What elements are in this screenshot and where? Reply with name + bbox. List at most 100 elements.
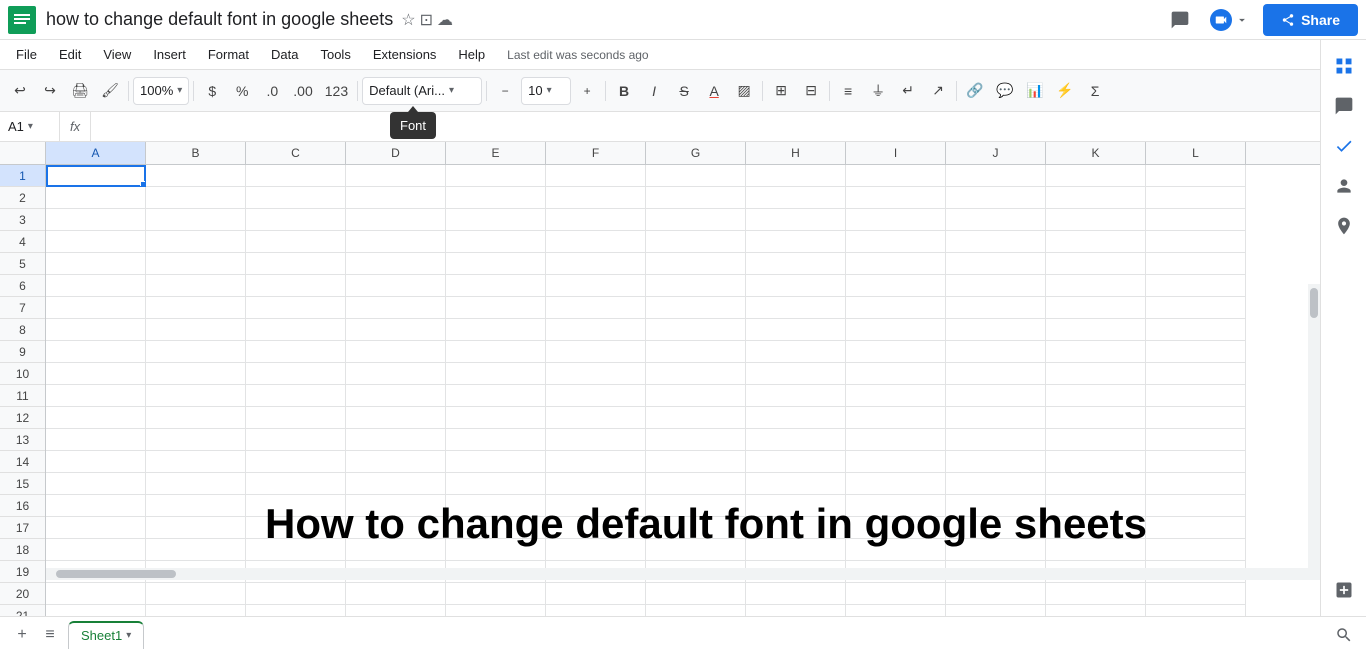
row-num-10[interactable]: 10 <box>0 363 45 385</box>
row-num-19[interactable]: 19 <box>0 561 45 583</box>
sheet-list-button[interactable]: ≡ <box>36 621 64 649</box>
cell-K20[interactable] <box>1046 583 1146 605</box>
cell-D1[interactable] <box>346 165 446 187</box>
cell-L7[interactable] <box>1146 297 1246 319</box>
cell-B10[interactable] <box>146 363 246 385</box>
cell-I10[interactable] <box>846 363 946 385</box>
cell-H14[interactable] <box>746 451 846 473</box>
cell-C4[interactable] <box>246 231 346 253</box>
cell-A1[interactable] <box>46 165 146 187</box>
cell-G15[interactable] <box>646 473 746 495</box>
contacts-sidebar-icon[interactable] <box>1326 168 1362 204</box>
cell-C10[interactable] <box>246 363 346 385</box>
cell-J3[interactable] <box>946 209 1046 231</box>
cell-J11[interactable] <box>946 385 1046 407</box>
cell-E10[interactable] <box>446 363 546 385</box>
cell-C3[interactable] <box>246 209 346 231</box>
row-num-2[interactable]: 2 <box>0 187 45 209</box>
cell-E2[interactable] <box>446 187 546 209</box>
cell-F7[interactable] <box>546 297 646 319</box>
row-num-13[interactable]: 13 <box>0 429 45 451</box>
vertical-scrollbar[interactable] <box>1308 284 1320 568</box>
cell-B15[interactable] <box>146 473 246 495</box>
cell-E11[interactable] <box>446 385 546 407</box>
cell-H10[interactable] <box>746 363 846 385</box>
cell-F12[interactable] <box>546 407 646 429</box>
cell-K15[interactable] <box>1046 473 1146 495</box>
cell-F13[interactable] <box>546 429 646 451</box>
cell-F20[interactable] <box>546 583 646 605</box>
maps-sidebar-icon[interactable] <box>1326 208 1362 244</box>
cell-E20[interactable] <box>446 583 546 605</box>
cell-C5[interactable] <box>246 253 346 275</box>
cell-F3[interactable] <box>546 209 646 231</box>
cell-I14[interactable] <box>846 451 946 473</box>
cell-A14[interactable] <box>46 451 146 473</box>
cell-H6[interactable] <box>746 275 846 297</box>
cell-H8[interactable] <box>746 319 846 341</box>
row-num-12[interactable]: 12 <box>0 407 45 429</box>
meet-button[interactable] <box>1204 3 1255 37</box>
cell-K10[interactable] <box>1046 363 1146 385</box>
cell-D7[interactable] <box>346 297 446 319</box>
menu-data[interactable]: Data <box>261 43 308 66</box>
cell-H2[interactable] <box>746 187 846 209</box>
col-header-H[interactable]: H <box>746 142 846 164</box>
cell-K2[interactable] <box>1046 187 1146 209</box>
cell-I11[interactable] <box>846 385 946 407</box>
cell-B20[interactable] <box>146 583 246 605</box>
row-num-7[interactable]: 7 <box>0 297 45 319</box>
cell-H13[interactable] <box>746 429 846 451</box>
history-icon[interactable]: ⊡ <box>420 10 433 30</box>
cell-L14[interactable] <box>1146 451 1246 473</box>
cell-G6[interactable] <box>646 275 746 297</box>
cell-K6[interactable] <box>1046 275 1146 297</box>
cell-E1[interactable] <box>446 165 546 187</box>
cell-L20[interactable] <box>1146 583 1246 605</box>
cell-G11[interactable] <box>646 385 746 407</box>
row-num-14[interactable]: 14 <box>0 451 45 473</box>
cell-A11[interactable] <box>46 385 146 407</box>
merge-cells-button[interactable]: ⊟ <box>797 76 825 106</box>
paint-format-button[interactable]: 🖌 <box>96 76 124 106</box>
cell-D14[interactable] <box>346 451 446 473</box>
decrease-font-button[interactable]: − <box>491 76 519 106</box>
text-color-button[interactable]: A <box>700 76 728 106</box>
cell-C2[interactable] <box>246 187 346 209</box>
cell-A5[interactable] <box>46 253 146 275</box>
cell-G20[interactable] <box>646 583 746 605</box>
menu-tools[interactable]: Tools <box>310 43 360 66</box>
cell-C15[interactable] <box>246 473 346 495</box>
row-num-11[interactable]: 11 <box>0 385 45 407</box>
cell-B6[interactable] <box>146 275 246 297</box>
cell-I1[interactable] <box>846 165 946 187</box>
cell-C20[interactable] <box>246 583 346 605</box>
highlight-color-button[interactable]: ▨ <box>730 76 758 106</box>
decimal-less-button[interactable]: .0 <box>258 76 286 106</box>
font-selector[interactable]: Default (Ari... ▾ <box>362 77 482 105</box>
cell-J15[interactable] <box>946 473 1046 495</box>
align-button[interactable]: ≡ <box>834 76 862 106</box>
cell-G3[interactable] <box>646 209 746 231</box>
cell-D6[interactable] <box>346 275 446 297</box>
cell-L15[interactable] <box>1146 473 1246 495</box>
menu-edit[interactable]: Edit <box>49 43 91 66</box>
cloud-icon[interactable]: ☁ <box>437 10 453 30</box>
cell-K7[interactable] <box>1046 297 1146 319</box>
cell-J12[interactable] <box>946 407 1046 429</box>
cell-F15[interactable] <box>546 473 646 495</box>
cell-B8[interactable] <box>146 319 246 341</box>
cell-H1[interactable] <box>746 165 846 187</box>
col-header-K[interactable]: K <box>1046 142 1146 164</box>
cell-D10[interactable] <box>346 363 446 385</box>
cell-G12[interactable] <box>646 407 746 429</box>
cell-J1[interactable] <box>946 165 1046 187</box>
cell-C7[interactable] <box>246 297 346 319</box>
row-num-15[interactable]: 15 <box>0 473 45 495</box>
cell-H4[interactable] <box>746 231 846 253</box>
cell-C1[interactable] <box>246 165 346 187</box>
cell-I6[interactable] <box>846 275 946 297</box>
cell-B12[interactable] <box>146 407 246 429</box>
cell-F1[interactable] <box>546 165 646 187</box>
col-header-F[interactable]: F <box>546 142 646 164</box>
